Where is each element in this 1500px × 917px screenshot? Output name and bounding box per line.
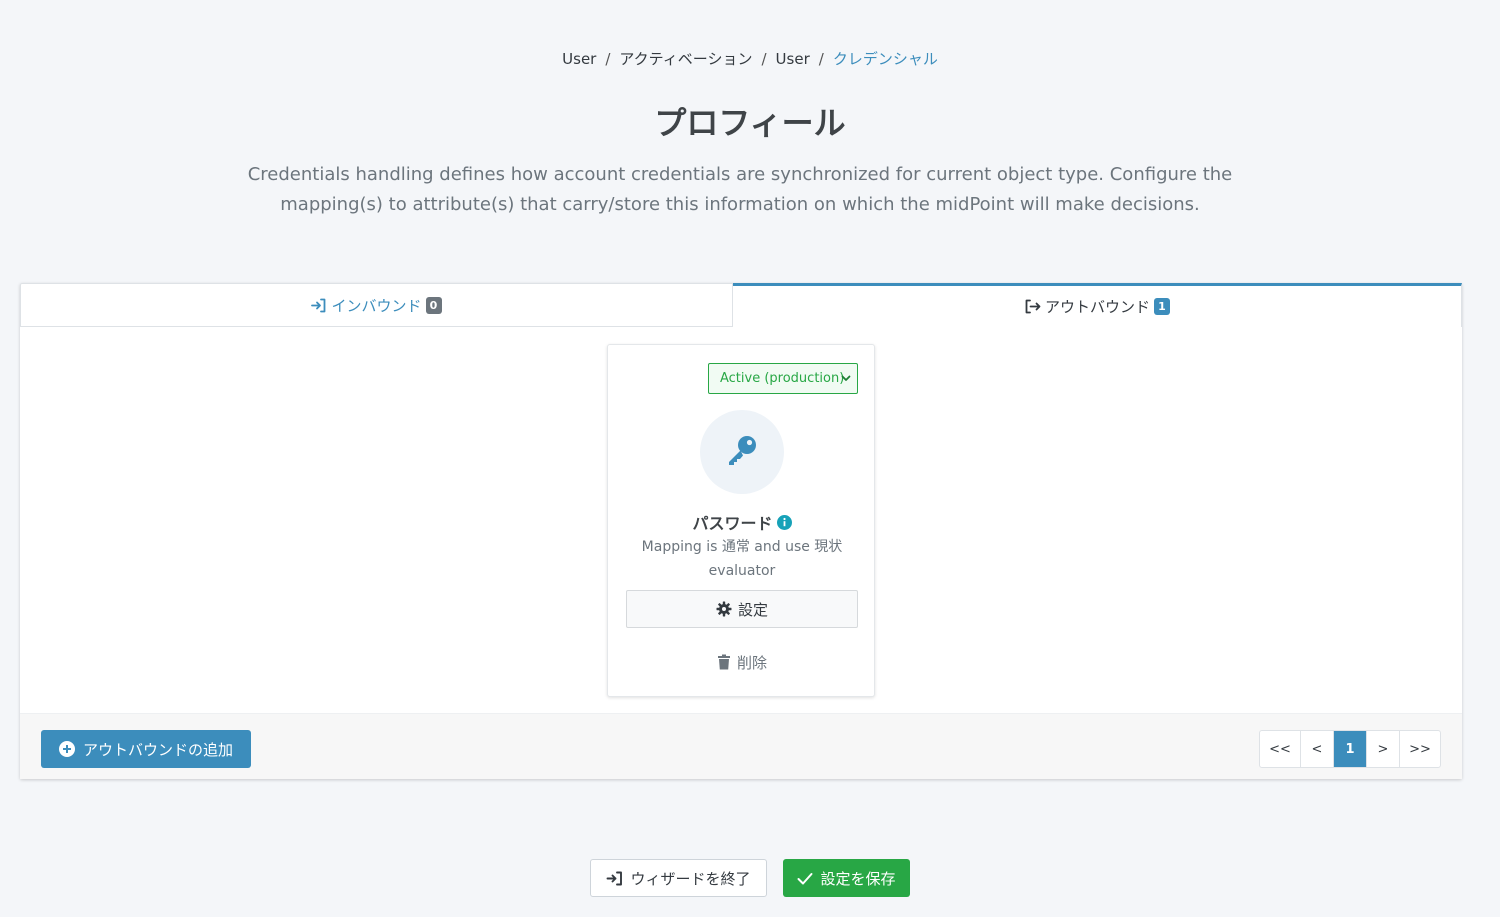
tab-inbound-count-badge: 0 [425,296,442,314]
pager-last-button[interactable]: >> [1400,731,1440,767]
add-outbound-button[interactable]: アウトバウンドの追加 [41,730,251,768]
trash-icon [717,654,731,670]
card-title-text: パスワード [692,514,773,533]
breadcrumb-item-user-2[interactable]: User [776,50,810,68]
info-icon[interactable] [776,514,792,530]
tab-outbound[interactable]: アウトバウンド 1 [733,283,1462,327]
lifecycle-state-select[interactable]: Active (production) [708,363,858,394]
tab-bar: インバウンド 0 アウトバウンド 1 [20,283,1462,327]
breadcrumb-separator: / [605,49,611,68]
pager-first-button[interactable]: << [1260,731,1301,767]
plus-circle-icon [58,741,75,757]
save-settings-button-label: 設定を保存 [820,869,896,888]
save-settings-button[interactable]: 設定を保存 [783,859,910,897]
card-description: Mapping is 通常 and use 現状 evaluator [641,539,843,579]
exit-wizard-button-label: ウィザードを終了 [630,869,751,888]
breadcrumb-separator: / [818,49,824,68]
sign-out-icon [1024,299,1041,314]
breadcrumb-separator: / [761,49,767,68]
gear-icon [716,601,732,617]
tab-outbound-count-badge: 1 [1154,298,1170,315]
breadcrumb-item-credentials[interactable]: クレデンシャル [833,48,938,69]
lifecycle-state-value: Active (production) [720,371,845,386]
add-outbound-button-label: アウトバウンドの追加 [82,740,233,759]
configure-button[interactable]: 設定 [626,590,858,628]
pagination: << < 1 > >> [1259,730,1441,768]
mapping-panel: インバウンド 0 アウトバウンド 1 Active (production) パ… [20,283,1462,779]
page-description: Credentials handling defines how account… [247,164,1233,215]
tab-outbound-label: アウトバウンド [1044,298,1150,316]
pager-previous-button[interactable]: < [1301,731,1334,767]
sign-in-icon [311,298,327,313]
page-title: プロフィール [654,104,846,142]
breadcrumb: User / アクティベーション / User / クレデンシャル [0,48,1500,69]
exit-wizard-button[interactable]: ウィザードを終了 [590,859,767,897]
configure-button-label: 設定 [737,600,768,619]
wizard-actions: ウィザードを終了 設定を保存 [0,859,1500,897]
mapping-card: Active (production) パスワード Mapping is 通常 … [607,344,875,697]
sign-out-icon [606,871,623,886]
delete-button[interactable]: 削除 [608,651,876,673]
key-icon-container [700,410,784,494]
card-title: パスワード [608,510,876,534]
tab-inbound-label: インバウンド [331,296,422,315]
key-icon [725,433,759,471]
breadcrumb-item-user[interactable]: User [562,50,596,68]
check-icon [797,872,813,885]
panel-footer: アウトバウンドの追加 << < 1 > >> [20,713,1462,779]
tab-inbound[interactable]: インバウンド 0 [20,283,733,327]
delete-button-label: 削除 [736,653,767,672]
pager-page-1-button[interactable]: 1 [1334,731,1367,767]
breadcrumb-item-activation[interactable]: アクティベーション [619,48,752,69]
chevron-down-icon [841,372,851,387]
pager-next-button[interactable]: > [1367,731,1400,767]
